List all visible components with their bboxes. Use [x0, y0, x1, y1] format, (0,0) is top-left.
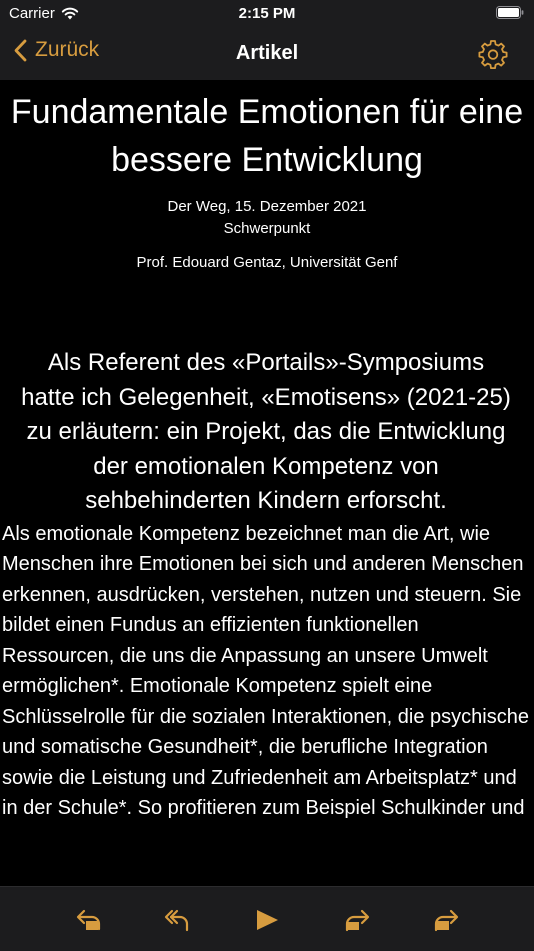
gear-icon — [478, 40, 508, 70]
article-meta: Der Weg, 15. Dezember 2021 Schwerpunkt — [0, 196, 534, 240]
rewind-paragraph-button[interactable] — [75, 907, 105, 933]
back-sentence-button[interactable] — [163, 907, 193, 933]
article-section: Schwerpunkt — [223, 220, 311, 237]
status-bar: Carrier 2:15 PM — [0, 0, 534, 28]
settings-button[interactable] — [478, 39, 508, 74]
skip-paragraph-icon — [434, 909, 459, 932]
rewind-paragraph-icon — [76, 909, 101, 931]
skip-paragraph-button[interactable] — [430, 907, 460, 933]
forward-sentence-icon — [345, 909, 370, 932]
article-author: Prof. Edouard Gentaz, Universität Genf — [136, 254, 398, 271]
article-body: Als emotionale Kompetenz bezeichnet man … — [2, 522, 529, 820]
play-icon — [257, 910, 278, 930]
battery-icon — [496, 6, 524, 19]
back-sentence-icon — [164, 909, 189, 932]
navigation-bar: Zurück Artikel — [0, 28, 534, 80]
article-source-date: Der Weg, 15. Dezember 2021 — [167, 198, 367, 215]
nav-title: Artikel — [235, 42, 299, 64]
article-title: Fundamentale Emotionen für eine bessere … — [10, 93, 524, 179]
article-lead: Als Referent des «Portails»-Symposiums h… — [21, 349, 511, 514]
forward-sentence-button[interactable] — [341, 907, 371, 933]
article-content[interactable]: Fundamentale Emotionen für eine bessere … — [0, 80, 534, 886]
status-time: 2:15 PM — [238, 5, 296, 22]
playback-toolbar — [0, 886, 534, 951]
play-button[interactable] — [253, 907, 283, 933]
